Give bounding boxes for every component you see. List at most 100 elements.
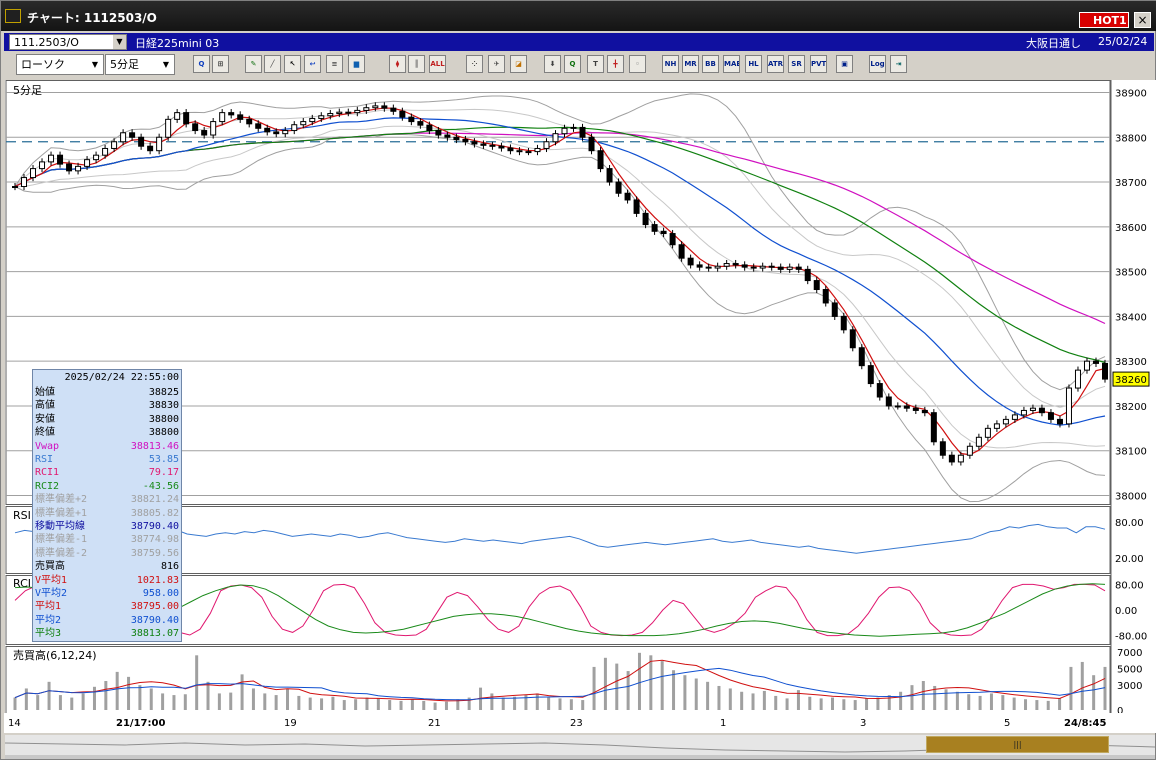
window-title: チャート: 1112503/O [27,11,157,25]
volume-bar [47,681,51,710]
indicator-bb-icon[interactable]: BB [702,55,719,73]
lock-icon[interactable]: ◦ [629,55,646,73]
candle [831,299,838,320]
candle-body [903,405,910,409]
indicator-nh-icon[interactable]: NH [662,55,679,73]
data-row: RCI1 79.17 [35,466,181,479]
candle-body [156,136,163,152]
candle-body [579,126,586,138]
hot-button[interactable]: HOT1 [1079,12,1129,28]
candle-body [147,145,154,152]
data-row: 標準偏差+1 38805.82 [35,507,181,520]
arrow-down-icon[interactable]: ⬇ [544,55,561,73]
price-tick-label: 38900 [1115,88,1147,99]
magnifier-icon[interactable]: Q [193,55,210,73]
undo-icon[interactable]: ↩ [304,55,321,73]
data-row-value: 38800 [148,413,179,425]
volume-bar [376,698,380,710]
time-scrollbar[interactable]: ||| [5,735,1155,755]
data-row: Vwap 38813.46 [35,440,181,453]
crosshair-icon[interactable]: ╋ [607,55,624,73]
color-icon[interactable]: ◪ [510,55,527,73]
candle-body [21,177,28,188]
candle-body [1102,362,1108,380]
candle-body [264,127,271,133]
volume-bar [989,693,993,710]
candle-body [372,105,379,109]
indicator-mae-icon[interactable]: MAE [723,55,740,73]
candle [849,326,856,352]
price-tick-label: 38400 [1115,312,1147,323]
split-panes-icon[interactable]: ⊞ [212,55,229,73]
volume-bar [490,693,494,710]
symbol-input[interactable]: 111.2503/O ▼ [9,34,127,50]
text-box-icon[interactable]: T [587,55,604,73]
candle-body [849,329,856,349]
volume-bar [603,657,607,710]
candle [1074,366,1081,392]
dots-icon[interactable]: ⁘ [466,55,483,73]
pencil-icon[interactable]: ✎ [245,55,262,73]
data-row-value: 38759.56 [130,547,179,559]
volume-bar [70,697,74,710]
frame-icon[interactable]: ▣ [836,55,853,73]
scroll-thumb[interactable]: ||| [926,736,1109,753]
candle-body [12,186,18,189]
time-tick-label: 24/8:45 [1064,718,1106,729]
candle-body [219,112,226,123]
volume-bar [399,700,403,710]
volume-bar [910,685,914,710]
indicator-pvt-icon[interactable]: PVT [810,55,827,73]
draw-line-icon[interactable]: ╱ [264,55,281,73]
volume-bar [762,690,766,710]
zoom-icon[interactable]: Q [564,55,581,73]
trash-icon[interactable]: ▆ [348,55,365,73]
export-icon[interactable]: ⇥ [890,55,907,73]
time-tick-label: 21 [428,718,441,729]
candle-body [210,121,217,136]
chevron-down-icon[interactable]: ▼ [88,56,102,73]
candle-body [291,124,298,132]
data-row-value: 816 [160,561,179,573]
volume-bar [1046,700,1050,710]
candle-body [57,154,64,165]
candle-body [624,192,631,201]
interval-select[interactable]: 5分足 ▼ [105,54,175,75]
candle-body [129,132,136,138]
candle-body [192,123,199,132]
data-row-value: 38790.40 [130,521,179,532]
cursor-icon[interactable]: ↖ [284,55,301,73]
volume-bar [1001,695,1005,710]
candle-body [786,266,793,270]
candle-body [1002,418,1009,425]
chart-type-select[interactable]: ローソク ▼ [16,54,104,75]
all-icon[interactable]: ALL [429,55,446,73]
candle-body [1092,360,1099,364]
indicator-hl-icon[interactable]: HL [745,55,762,73]
indicator-sr-icon[interactable]: SR [788,55,805,73]
volume-bar [728,688,732,710]
candle-body [570,126,577,129]
volume-bar [410,699,414,710]
candle-body [993,423,1000,429]
candle-icon[interactable]: ⧫ [389,55,406,73]
candle-body [39,161,46,170]
chevron-down-icon[interactable]: ▼ [113,35,126,49]
candle-body [255,123,262,129]
volume-bar [229,692,233,710]
indicator-mr-icon[interactable]: MR [682,55,699,73]
candle-body [1029,407,1036,411]
indicator-atr-icon[interactable]: ATR [767,55,784,73]
wrench-icon[interactable]: ✈ [488,55,505,73]
log-icon[interactable]: Log [869,55,886,73]
volume-bar [887,695,891,710]
list-icon[interactable]: ≡ [326,55,343,73]
data-row: V平均1 1021.83 [35,574,181,587]
bars-icon[interactable]: ║ [408,55,425,73]
close-button[interactable]: × [1134,12,1151,28]
candle [165,115,172,141]
candle-body [885,396,892,407]
candle-body [714,265,721,269]
candle-body [1020,409,1027,416]
chevron-down-icon[interactable]: ▼ [159,56,173,73]
